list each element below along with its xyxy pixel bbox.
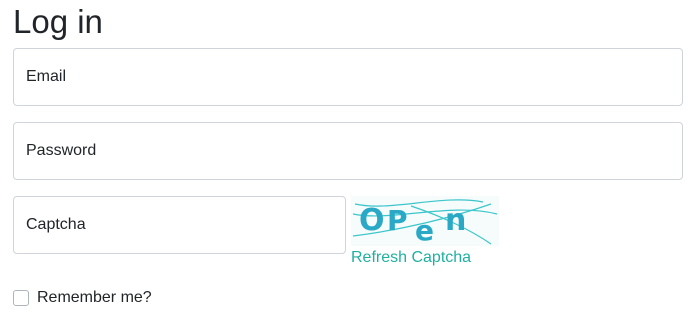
captcha-char: P (387, 204, 408, 237)
page-title: Log in (13, 3, 103, 40)
email-field[interactable] (13, 48, 683, 106)
captcha-char: O (359, 203, 385, 238)
refresh-captcha-link[interactable]: Refresh Captcha (351, 248, 471, 268)
captcha-char: n (445, 203, 466, 238)
captcha-field[interactable] (13, 196, 346, 254)
remember-me: Remember me? (13, 288, 152, 308)
remember-me-checkbox[interactable] (13, 290, 29, 306)
captcha-char: e (415, 214, 434, 246)
password-field[interactable] (13, 122, 683, 180)
remember-me-label[interactable]: Remember me? (37, 288, 152, 308)
captcha-image: O P e n (351, 196, 499, 246)
